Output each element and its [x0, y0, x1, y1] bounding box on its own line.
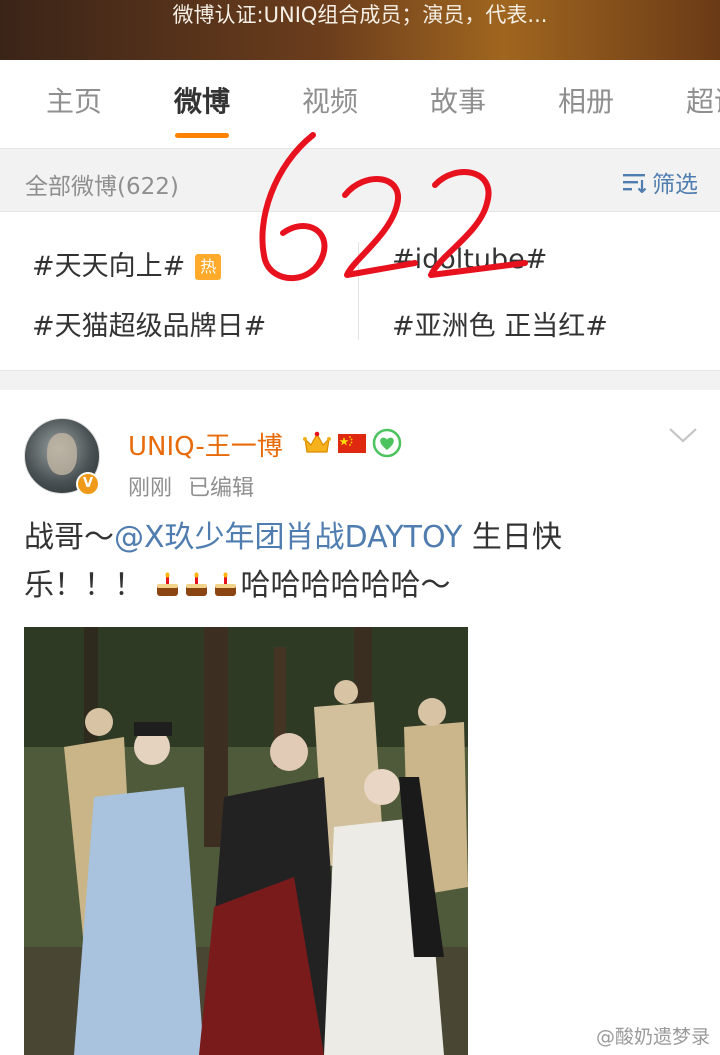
post-content: 战哥～@X玖少年团肖战DAYTOY 生日快乐！！！ 哈哈哈哈哈哈～	[24, 514, 664, 610]
tab-stories[interactable]: 故事	[394, 60, 522, 148]
tab-weibo[interactable]: 微博	[138, 60, 266, 148]
topic-label: #亚洲色 正当红#	[392, 311, 608, 342]
verified-badge: V	[76, 472, 100, 496]
cake-icon	[156, 572, 178, 596]
green-heart-icon	[372, 428, 402, 458]
filter-icon	[623, 174, 647, 193]
topic-tmall-super-brand-day[interactable]: #天猫超级品牌日#	[32, 304, 266, 343]
topic-label: #天天向上#	[32, 251, 186, 282]
tab-home[interactable]: 主页	[10, 60, 138, 148]
verification-text: 微博认证:UNIQ组合成员；演员，代表...	[172, 3, 548, 27]
tab-label: 故事	[429, 85, 486, 118]
weibo-count: 全部微博(622)	[25, 174, 179, 200]
topic-label: #idoltube#	[392, 244, 548, 275]
cake-icon	[185, 572, 207, 596]
tab-label: 超话	[685, 85, 720, 118]
active-tab-indicator	[175, 133, 229, 138]
tab-label: 视频	[301, 85, 358, 118]
filter-button[interactable]: 筛选	[622, 165, 698, 199]
cake-icon	[214, 572, 236, 596]
avatar-face	[47, 433, 77, 475]
profile-header-banner: 微博认证:UNIQ组合成员；演员，代表...	[0, 0, 720, 60]
post-photo[interactable]	[24, 627, 468, 1055]
section-divider	[0, 370, 720, 390]
tab-supertopic[interactable]: 超话	[650, 60, 720, 148]
tab-label: 主页	[45, 85, 102, 118]
topic-asian-color[interactable]: #亚洲色 正当红#	[392, 304, 608, 343]
weibo-post-card: V UNIQ-王一博 刚刚 已编辑 战哥～@X玖少年团肖战DAYTOY 生日快乐！…	[0, 390, 720, 1055]
profile-tabs: 主页 微博 视频 故事 相册 超话	[0, 60, 720, 148]
hot-badge: 热	[195, 254, 222, 280]
post-username[interactable]: UNIQ-王一博	[128, 426, 283, 463]
topic-idoltube[interactable]: #idoltube#	[392, 244, 547, 275]
topic-divider	[358, 242, 359, 340]
topic-tiantianxiangshang[interactable]: #天天向上# 热	[32, 244, 222, 283]
topic-grid: #天天向上# 热 #idoltube# #天猫超级品牌日# #亚洲色 正当红#	[0, 212, 720, 370]
chevron-down-icon[interactable]	[668, 426, 698, 444]
tab-video[interactable]: 视频	[266, 60, 394, 148]
post-text-suffix: 哈哈哈哈哈哈～	[240, 568, 451, 603]
photo-scene	[24, 627, 468, 1055]
edited-label: 已编辑	[188, 476, 255, 501]
tab-label: 微博	[173, 85, 230, 118]
watermark: @酸奶遗梦录	[595, 1026, 710, 1048]
filter-label: 筛选	[652, 172, 698, 198]
china-flag-icon	[338, 434, 366, 453]
mention-link[interactable]: @X玖少年团肖战DAYTOY	[114, 520, 462, 555]
crown-icon	[303, 431, 331, 453]
filter-bar: 全部微博(622) 筛选	[0, 148, 720, 212]
user-badges	[302, 428, 402, 458]
post-meta: 刚刚 已编辑	[128, 470, 254, 502]
topic-label: #天猫超级品牌日#	[32, 311, 267, 342]
tab-albums[interactable]: 相册	[522, 60, 650, 148]
post-text-prefix: 战哥～	[24, 520, 114, 555]
tab-label: 相册	[557, 85, 614, 118]
post-time: 刚刚	[128, 476, 173, 501]
